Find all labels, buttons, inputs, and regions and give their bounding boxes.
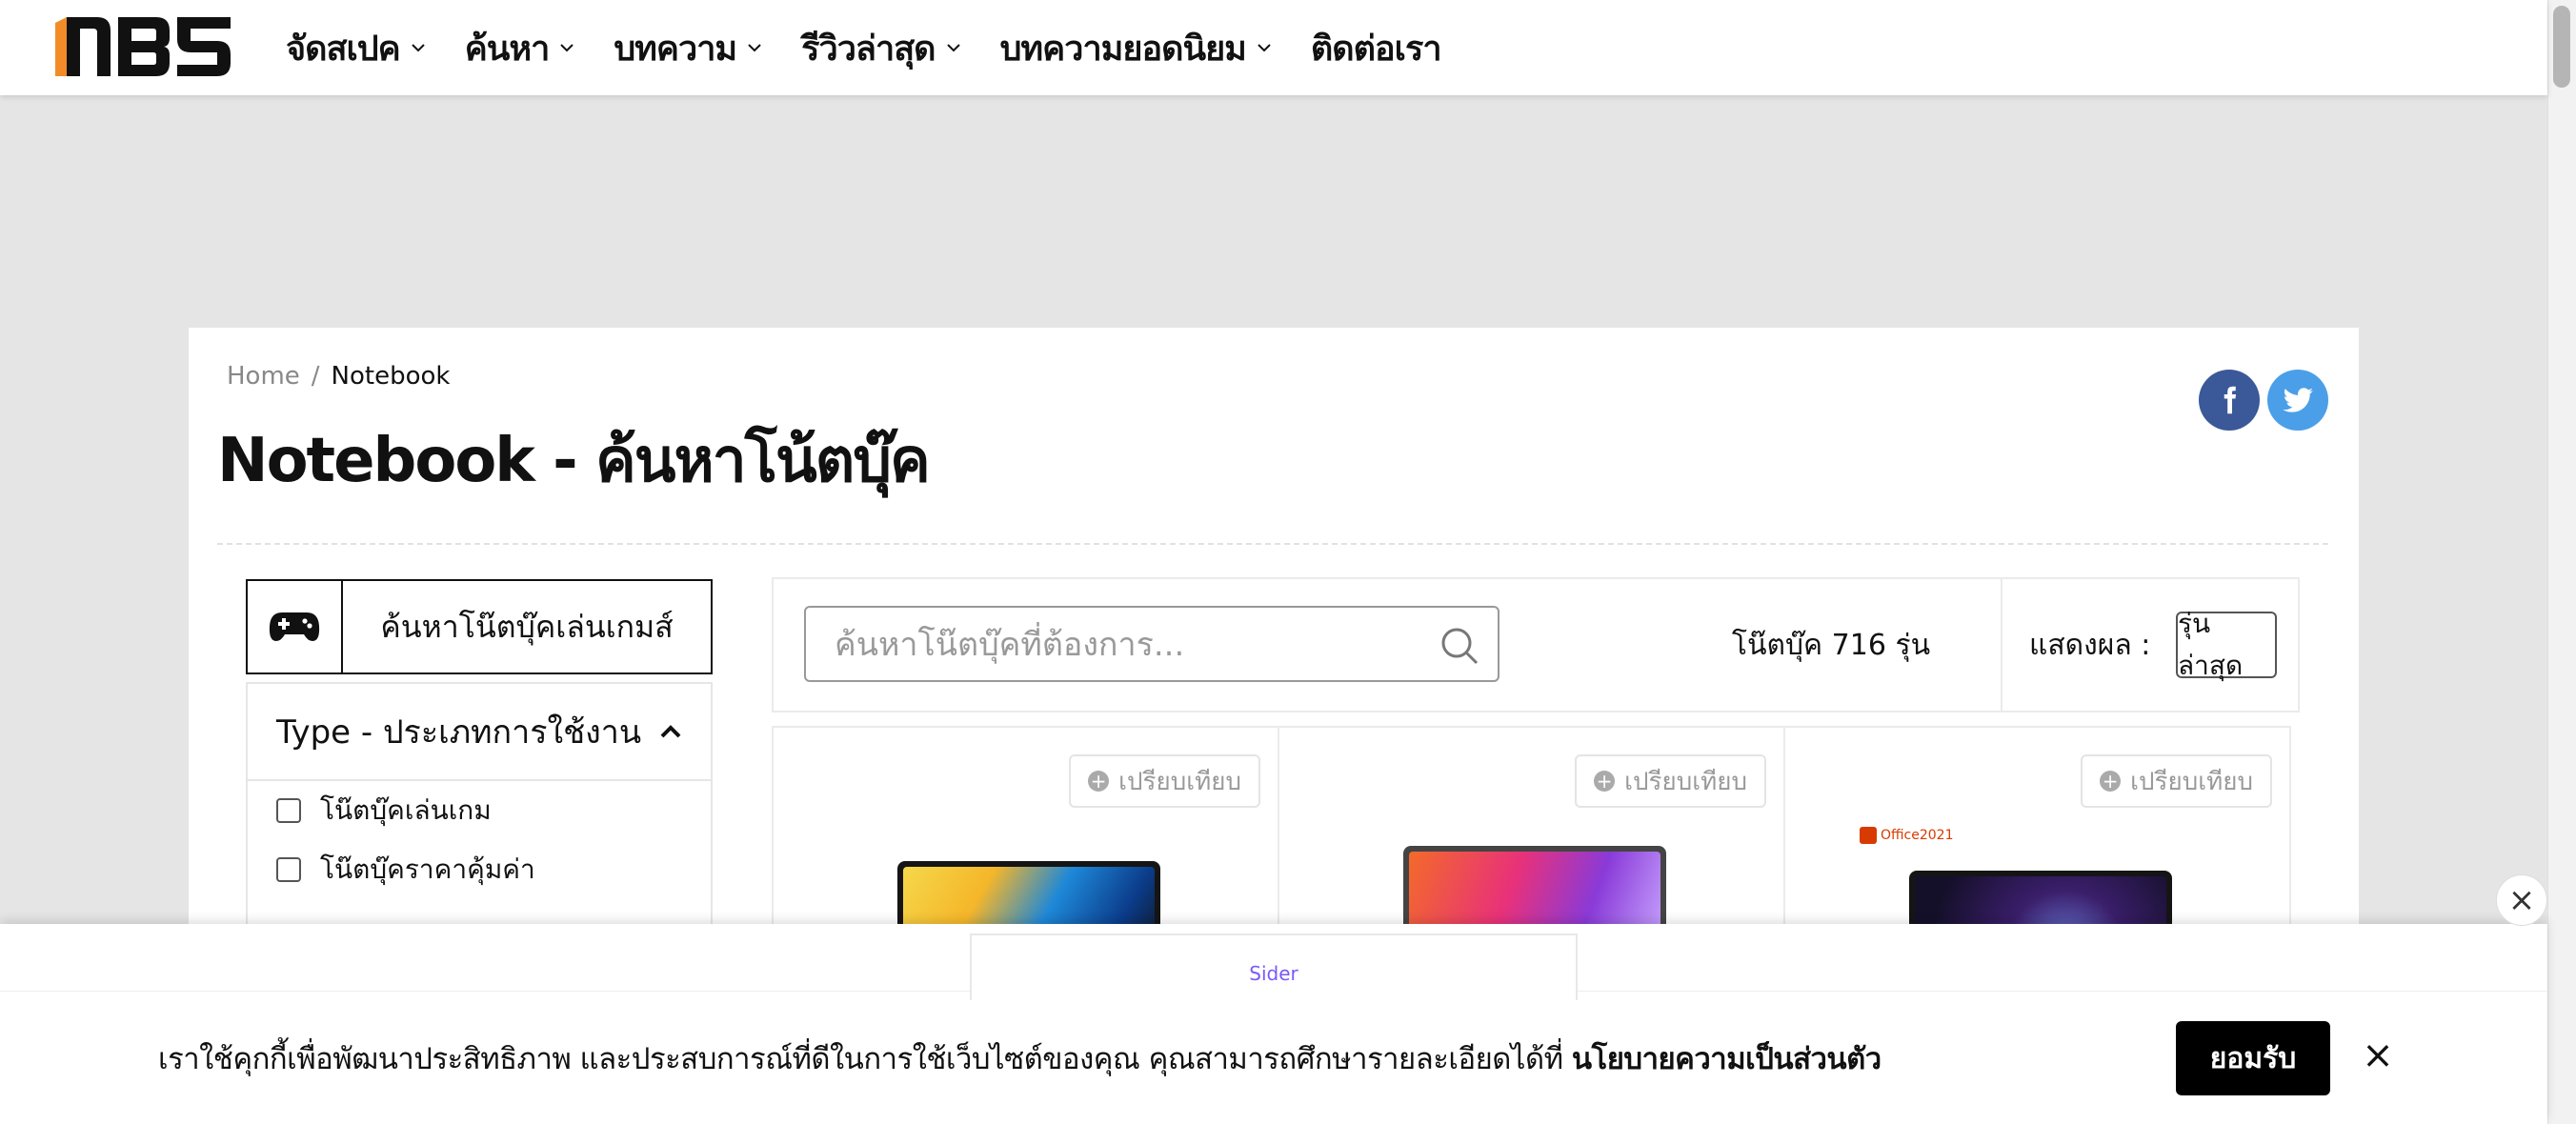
breadcrumb: Home / Notebook	[227, 362, 450, 391]
sider-label: Sider	[1249, 962, 1298, 985]
sider-widget[interactable]: Sider	[970, 933, 1578, 1000]
compare-button[interactable]: + เปรียบเทียบ	[1069, 754, 1260, 808]
nav-item-latest-reviews[interactable]: รีวิวล่าสุด	[801, 21, 961, 75]
breadcrumb-separator: /	[311, 362, 320, 391]
checkbox[interactable]	[276, 857, 301, 882]
plus-circle-icon: +	[2100, 771, 2122, 792]
search-input[interactable]: ค้นหาโน๊ตบุ๊คที่ต้องการ...	[804, 606, 1499, 682]
search-icon[interactable]	[1439, 625, 1480, 667]
nbs-logo[interactable]	[55, 17, 231, 76]
sort-label: แสดงผล :	[2029, 628, 2151, 662]
office-logo-icon	[1860, 827, 1877, 844]
chevron-down-icon	[411, 44, 425, 52]
search-placeholder: ค้นหาโน๊ตบุ๊คที่ต้องการ...	[835, 626, 1185, 664]
cookie-message-text: เราใช้คุกกี้เพื่อพัฒนาประสิทธิภาพ และประ…	[158, 1042, 1563, 1076]
filter-option-label: โน๊ตบุ๊คราคาคุ้มค่า	[320, 853, 535, 885]
chevron-up-icon	[660, 725, 681, 738]
nav-item-contact[interactable]: ติดต่อเรา	[1310, 21, 1442, 75]
twitter-icon	[2283, 388, 2313, 412]
twitter-share-button[interactable]	[2267, 370, 2328, 431]
chevron-down-icon	[748, 44, 761, 52]
gaming-button-label: ค้นหาโน๊ตบุ๊คเล่นเกมส์	[380, 608, 674, 645]
result-count: โน๊ตบุ๊ค 716 รุ่น	[1731, 628, 1931, 662]
social-share	[2199, 370, 2328, 431]
facebook-icon	[2224, 386, 2237, 414]
office-badge: Office2021	[1860, 827, 1954, 844]
office-badge-label: Office2021	[1881, 828, 1954, 843]
close-icon: ×	[2507, 881, 2536, 919]
compare-label: เปรียบเทียบ	[1118, 767, 1241, 796]
nav-label: บทความยอดนิยม	[999, 29, 1247, 69]
filter-option-label: โน๊ตบุ๊คเล่นเกม	[320, 794, 492, 826]
title-divider	[217, 543, 2328, 545]
compare-label: เปรียบเทียบ	[2130, 767, 2253, 796]
close-icon[interactable]: ×	[2359, 1036, 2397, 1074]
main-nav: จัดสเปค ค้นหา บทความ รีวิวล่าสุด บทความย…	[286, 0, 1442, 95]
nav-item-search[interactable]: ค้นหา	[465, 21, 576, 75]
plus-circle-icon: +	[1088, 771, 1110, 792]
nav-label: ติดต่อเรา	[1310, 29, 1442, 69]
chevron-down-icon	[1258, 44, 1271, 52]
nav-item-articles[interactable]: บทความ	[614, 21, 763, 75]
nav-item-spec[interactable]: จัดสเปค	[286, 21, 427, 75]
filter-title: Type - ประเภทการใช้งาน	[276, 713, 642, 752]
nav-label: จัดสเปค	[286, 29, 401, 69]
checkbox[interactable]	[276, 798, 301, 823]
gamepad-icon-box	[248, 581, 343, 672]
compare-label: เปรียบเทียบ	[1624, 767, 1747, 796]
scrollbar-thumb[interactable]	[2553, 6, 2570, 88]
nav-label: รีวิวล่าสุด	[801, 29, 936, 69]
accept-cookies-button[interactable]: ยอมรับ	[2176, 1021, 2330, 1095]
sort-select[interactable]: รุ่นล่าสุด	[2176, 608, 2277, 681]
cookie-message: เราใช้คุกกี้เพื่อพัฒนาประสิทธิภาพ และประ…	[158, 1034, 1882, 1082]
facebook-share-button[interactable]	[2199, 370, 2260, 431]
plus-circle-icon: +	[1594, 771, 1616, 792]
page-scrollbar[interactable]	[2547, 0, 2576, 1124]
cookie-collapse-button[interactable]: ×	[2496, 874, 2547, 926]
page-title: Notebook - ค้นหาโน้ตบุ๊ค	[217, 426, 931, 496]
nav-label: ค้นหา	[464, 29, 551, 69]
chevron-down-icon	[946, 44, 960, 52]
breadcrumb-home-link[interactable]: Home	[227, 362, 300, 391]
nav-item-popular-articles[interactable]: บทความยอดนิยม	[1000, 21, 1273, 75]
filter-option-value[interactable]: โน๊ตบุ๊คราคาคุ้มค่า	[248, 840, 711, 899]
breadcrumb-current: Notebook	[331, 362, 451, 391]
compare-button[interactable]: + เปรียบเทียบ	[1575, 754, 1766, 808]
toolbar-divider	[2001, 579, 2002, 711]
privacy-policy-link[interactable]: นโยบายความเป็นส่วนตัว	[1572, 1042, 1882, 1076]
cookie-consent-bar: Sider เราใช้คุกกี้เพื่อพัฒนาประสิทธิภาพ …	[0, 924, 2547, 1124]
chevron-down-icon	[560, 44, 574, 52]
compare-button[interactable]: + เปรียบเทียบ	[2081, 754, 2272, 808]
site-header: จัดสเปค ค้นหา บทความ รีวิวล่าสุด บทความย…	[0, 0, 2547, 95]
type-filter-header[interactable]: Type - ประเภทการใช้งาน	[248, 684, 711, 781]
gaming-notebook-search-button[interactable]: ค้นหาโน๊ตบุ๊คเล่นเกมส์	[246, 579, 713, 674]
listing-toolbar: ค้นหาโน๊ตบุ๊คที่ต้องการ... โน๊ตบุ๊ค 716 …	[772, 577, 2300, 713]
gamepad-icon	[269, 612, 320, 641]
filter-option-gaming[interactable]: โน๊ตบุ๊คเล่นเกม	[248, 781, 711, 840]
nav-label: บทความ	[614, 29, 737, 69]
